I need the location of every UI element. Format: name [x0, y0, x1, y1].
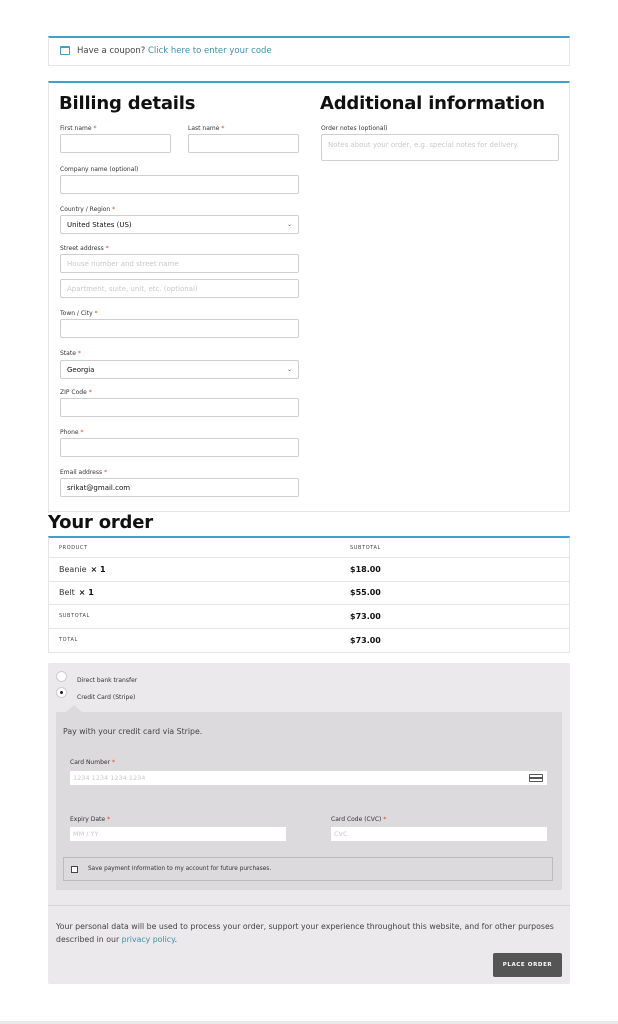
- place-order-button[interactable]: PLACE ORDER: [493, 953, 562, 977]
- total-row: TOTAL $73.00: [49, 629, 569, 653]
- last-name-input[interactable]: [188, 134, 299, 153]
- product-price: $18.00: [350, 564, 381, 574]
- subtotal-column-header: SUBTOTAL: [350, 544, 381, 551]
- subtotal-value: $73.00: [350, 611, 381, 621]
- stripe-description: Pay with your credit card via Stripe.: [63, 727, 203, 736]
- company-input[interactable]: [60, 175, 299, 194]
- calendar-icon: [60, 46, 70, 55]
- street-placeholder-2: Apartment, suite, unit, etc. (optional): [67, 284, 198, 293]
- street-label: Street address *: [60, 245, 109, 252]
- card-number-input[interactable]: 1234 1234 1234 1234: [70, 771, 547, 785]
- order-notes-input[interactable]: Notes about your order, e.g. special not…: [321, 134, 559, 161]
- bank-transfer-radio[interactable]: [56, 671, 67, 682]
- total-value: $73.00: [350, 635, 381, 645]
- additional-title: Additional information: [320, 93, 545, 114]
- stripe-payment-box: Pay with your credit card via Stripe. Ca…: [56, 712, 562, 890]
- card-number-label: Card Number *: [70, 759, 115, 766]
- coupon-question: Have a coupon?: [77, 46, 146, 56]
- city-input[interactable]: [60, 319, 299, 338]
- street-placeholder-1: House number and street name: [67, 259, 179, 268]
- first-name-input[interactable]: [60, 134, 171, 153]
- payment-section: Direct bank transfer Credit Card (Stripe…: [48, 663, 570, 984]
- save-payment-checkbox[interactable]: [71, 866, 78, 873]
- state-value: Georgia: [67, 365, 95, 374]
- cvc-label: Card Code (CVC) *: [331, 816, 387, 823]
- table-row: Beanie × 1 $18.00: [49, 558, 569, 582]
- company-label: Company name (optional): [60, 166, 139, 173]
- first-name-label: First name *: [60, 125, 97, 132]
- credit-card-icon: [529, 774, 543, 782]
- product-name: Belt × 1: [59, 588, 94, 598]
- order-notes-placeholder: Notes about your order, e.g. special not…: [328, 141, 519, 149]
- cvc-placeholder: CVC: [334, 830, 348, 838]
- country-label: Country / Region *: [60, 206, 116, 213]
- zip-input[interactable]: [60, 398, 299, 417]
- bank-transfer-label[interactable]: Direct bank transfer: [77, 677, 137, 684]
- billing-title: Billing details: [59, 93, 196, 114]
- email-input[interactable]: srikat@gmail.com: [60, 478, 299, 497]
- zip-label: ZIP Code *: [60, 389, 92, 396]
- product-price: $55.00: [350, 588, 381, 598]
- street-input-2[interactable]: Apartment, suite, unit, etc. (optional): [60, 279, 299, 298]
- privacy-text: Your personal data will be used to proce…: [56, 922, 554, 944]
- total-label: TOTAL: [59, 637, 78, 644]
- table-row: Belt × 1 $55.00: [49, 582, 569, 605]
- expiry-placeholder: MM / YY: [73, 830, 99, 838]
- order-table: PRODUCT SUBTOTAL Beanie × 1 $18.00 Belt × …: [48, 536, 570, 653]
- stripe-label[interactable]: Credit Card (Stripe): [77, 694, 135, 701]
- email-label: Email address *: [60, 469, 108, 476]
- street-input-1[interactable]: House number and street name: [60, 254, 299, 273]
- expiry-label: Expiry Date *: [70, 816, 111, 823]
- subtotal-label: SUBTOTAL: [59, 613, 90, 620]
- stripe-radio[interactable]: [56, 687, 67, 698]
- phone-label: Phone *: [60, 429, 84, 436]
- privacy-policy-link[interactable]: privacy policy: [122, 935, 175, 944]
- coupon-notice: Have a coupon? Click here to enter your …: [48, 36, 570, 66]
- expiry-input[interactable]: MM / YY: [70, 827, 286, 841]
- payment-box-caret: [66, 705, 82, 712]
- product-qty: × 1: [78, 588, 94, 598]
- save-payment-option: Save payment information to my account f…: [63, 857, 553, 881]
- order-notes-label: Order notes (optional): [321, 125, 388, 132]
- chevron-down-icon: ⌄: [286, 366, 292, 373]
- product-qty: × 1: [90, 564, 106, 574]
- product-column-header: PRODUCT: [59, 544, 88, 551]
- last-name-label: Last name *: [188, 125, 225, 132]
- state-select[interactable]: Georgia ⌄: [60, 360, 299, 379]
- coupon-text: Have a coupon? Click here to enter your …: [77, 46, 272, 56]
- phone-input[interactable]: [60, 438, 299, 457]
- checkout-form: Billing details Additional information F…: [48, 81, 570, 512]
- order-title: Your order: [48, 512, 153, 533]
- subtotal-row: SUBTOTAL $73.00: [49, 605, 569, 629]
- order-table-header: PRODUCT SUBTOTAL: [49, 538, 569, 558]
- divider: [48, 905, 570, 906]
- cvc-input[interactable]: CVC: [331, 827, 547, 841]
- city-label: Town / City *: [60, 310, 98, 317]
- coupon-link[interactable]: Click here to enter your code: [148, 46, 272, 56]
- country-value: United States (US): [67, 220, 132, 229]
- product-name: Beanie × 1: [59, 564, 106, 574]
- card-number-placeholder: 1234 1234 1234 1234: [73, 774, 146, 782]
- country-select[interactable]: United States (US) ⌄: [60, 215, 299, 234]
- save-payment-label[interactable]: Save payment information to my account f…: [88, 866, 271, 872]
- state-label: State *: [60, 350, 81, 357]
- chevron-down-icon: ⌄: [286, 221, 292, 228]
